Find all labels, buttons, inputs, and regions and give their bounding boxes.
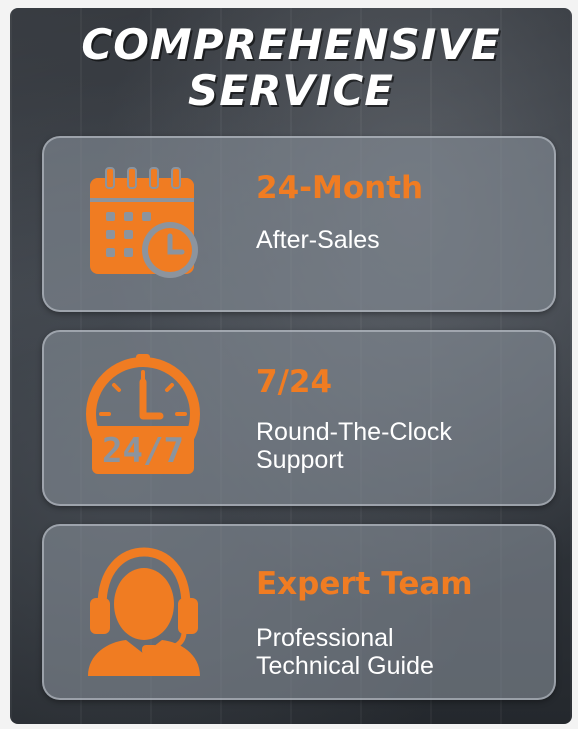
card-support: 24/7 7/24 Round-The-Clock Support [42, 330, 556, 506]
title-line-1: COMPREHENSIVE [81, 20, 501, 69]
card-heading: Expert Team [256, 566, 473, 602]
badge-24-7: 24/7 [102, 431, 184, 471]
card-description: Professional Technical Guide [256, 624, 434, 680]
banner-title: COMPREHENSIVE SERVICE [10, 22, 572, 114]
card-description-line-1: Round-The-Clock [256, 418, 452, 446]
service-banner: COMPREHENSIVE SERVICE 24-Month After-Sal… [10, 8, 572, 724]
card-heading: 24-Month [256, 170, 424, 206]
card-description: Round-The-Clock Support [256, 418, 452, 474]
card-description-line-2: Technical Guide [256, 652, 434, 680]
title-line-2: SERVICE [188, 66, 394, 115]
card-after-sales: 24-Month After-Sales [42, 136, 556, 312]
card-expert-team: Expert Team Professional Technical Guide [42, 524, 556, 700]
headset-agent-icon [88, 547, 200, 676]
card-heading: 7/24 [256, 364, 333, 400]
card-description-line-2: Support [256, 446, 344, 474]
card-description-line-1: Professional [256, 624, 394, 652]
stopwatch-24-7-icon: 24/7 [86, 354, 200, 474]
calendar-clock-icon [90, 167, 198, 278]
card-description: After-Sales [256, 226, 380, 254]
